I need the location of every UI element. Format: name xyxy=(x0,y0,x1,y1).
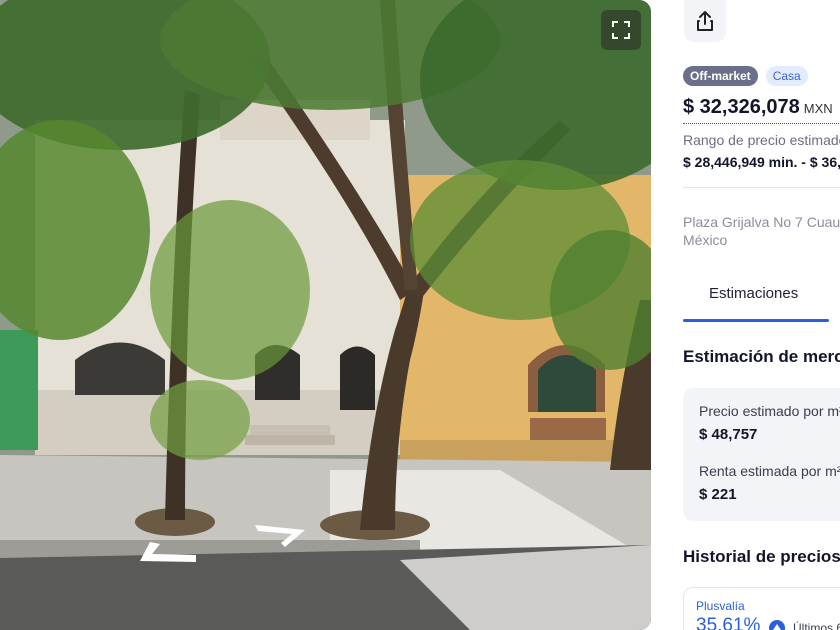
address: Plaza Grijalva No 7 Cuauhtémoc, México xyxy=(683,213,840,249)
share-button[interactable] xyxy=(684,0,726,42)
plusvalia-card: Plusvalía 35.61% Últimos 6 años xyxy=(683,587,840,630)
tab-estimaciones[interactable]: Estimaciones xyxy=(683,280,829,322)
status-badge: Off-market xyxy=(683,66,758,86)
plusvalia-label: Plusvalía xyxy=(696,599,745,613)
rent-price-label: Renta estimada por m² xyxy=(699,463,840,479)
price-value: $ 32,326,078 xyxy=(683,96,800,118)
street-view-scene xyxy=(0,0,651,630)
fullscreen-icon xyxy=(612,21,630,39)
plusvalia-value: 35.61% xyxy=(696,615,761,630)
estimated-price[interactable]: $ 32,326,078 MXN xyxy=(683,96,833,119)
sale-price-value: $ 48,757 xyxy=(699,426,758,443)
active-tab-indicator xyxy=(683,319,829,322)
price-range-label: Rango de precio estimado xyxy=(683,132,840,148)
price-history-title: Historial de precios xyxy=(683,547,840,566)
plusvalia-period: Últimos 6 años xyxy=(793,621,840,630)
address-line-1: Plaza Grijalva No 7 Cuauhtémoc, xyxy=(683,214,840,230)
price-currency: MXN xyxy=(803,101,833,116)
badge-row: Off-market Casa xyxy=(683,66,808,86)
estimation-card: Precio estimado por m² $ 48,757 Renta es… xyxy=(683,388,840,521)
fullscreen-button[interactable] xyxy=(601,10,641,50)
property-type-badge: Casa xyxy=(765,66,808,86)
listing-panel: Off-market Casa $ 32,326,078 MXN Rango de… xyxy=(651,0,840,630)
sale-price-label: Precio estimado por m² xyxy=(699,403,840,419)
rent-price-value: $ 221 xyxy=(699,486,737,503)
price-range-values: $ 28,446,949 min. - $ 36,205,207 máx. xyxy=(683,154,840,170)
tab-label: Estimaciones xyxy=(709,285,799,302)
price-underline xyxy=(683,123,840,124)
share-icon xyxy=(697,11,713,31)
address-line-2: México xyxy=(683,232,728,248)
market-estimation-title: Estimación de mercado xyxy=(683,347,840,366)
street-view-image[interactable] xyxy=(0,0,651,630)
divider xyxy=(683,187,840,188)
arrow-up-icon xyxy=(769,620,785,630)
